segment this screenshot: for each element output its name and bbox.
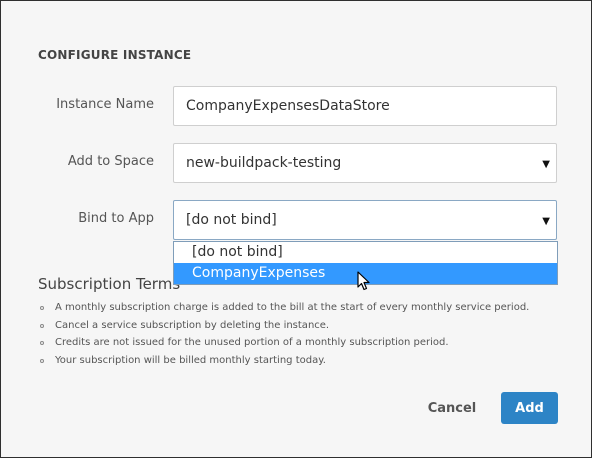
- list-item: Your subscription will be billed monthly…: [38, 352, 578, 370]
- instance-name-input[interactable]: CompanyExpensesDataStore: [173, 86, 557, 126]
- term-text: Your subscription will be billed monthly…: [55, 354, 326, 366]
- term-text: A monthly subscription charge is added t…: [55, 302, 530, 313]
- subscription-terms-title: Subscription Terms: [38, 275, 181, 293]
- bind-to-app-value: [do not bind]: [186, 212, 277, 228]
- section-title: CONFIGURE INSTANCE: [38, 48, 192, 62]
- configure-instance-dialog: CONFIGURE INSTANCE Instance Name Company…: [0, 0, 592, 458]
- cancel-button[interactable]: Cancel: [419, 392, 485, 424]
- chevron-down-icon: ▼: [542, 216, 550, 227]
- term-text: Cancel a service subscription by deletin…: [55, 319, 330, 331]
- instance-name-value: CompanyExpensesDataStore: [186, 98, 390, 114]
- add-to-space-select[interactable]: new-buildpack-testing ▼: [173, 143, 557, 183]
- list-item: Credits are not issued for the unused po…: [38, 334, 578, 352]
- subscription-terms-list: A monthly subscription charge is added t…: [38, 299, 578, 369]
- mouse-pointer-icon: [357, 271, 370, 291]
- instance-name-label: Instance Name: [56, 97, 154, 112]
- bullet-icon: [40, 323, 44, 328]
- bullet-icon: [40, 306, 44, 310]
- bullet-icon: [40, 341, 44, 345]
- bullet-icon: [40, 358, 44, 363]
- chevron-down-icon: ▼: [542, 159, 550, 170]
- add-to-space-label: Add to Space: [67, 154, 154, 169]
- list-item: Cancel a service subscription by deletin…: [38, 317, 578, 335]
- dropdown-option-do-not-bind[interactable]: [do not bind]: [174, 242, 557, 263]
- list-item: A monthly subscription charge is added t…: [38, 299, 578, 317]
- bind-to-app-label: Bind to App: [78, 211, 154, 226]
- bind-to-app-select[interactable]: [do not bind] ▼: [173, 200, 557, 240]
- add-to-space-value: new-buildpack-testing: [186, 155, 342, 171]
- add-button[interactable]: Add: [501, 392, 558, 424]
- term-text: Credits are not issued for the unused po…: [55, 337, 449, 348]
